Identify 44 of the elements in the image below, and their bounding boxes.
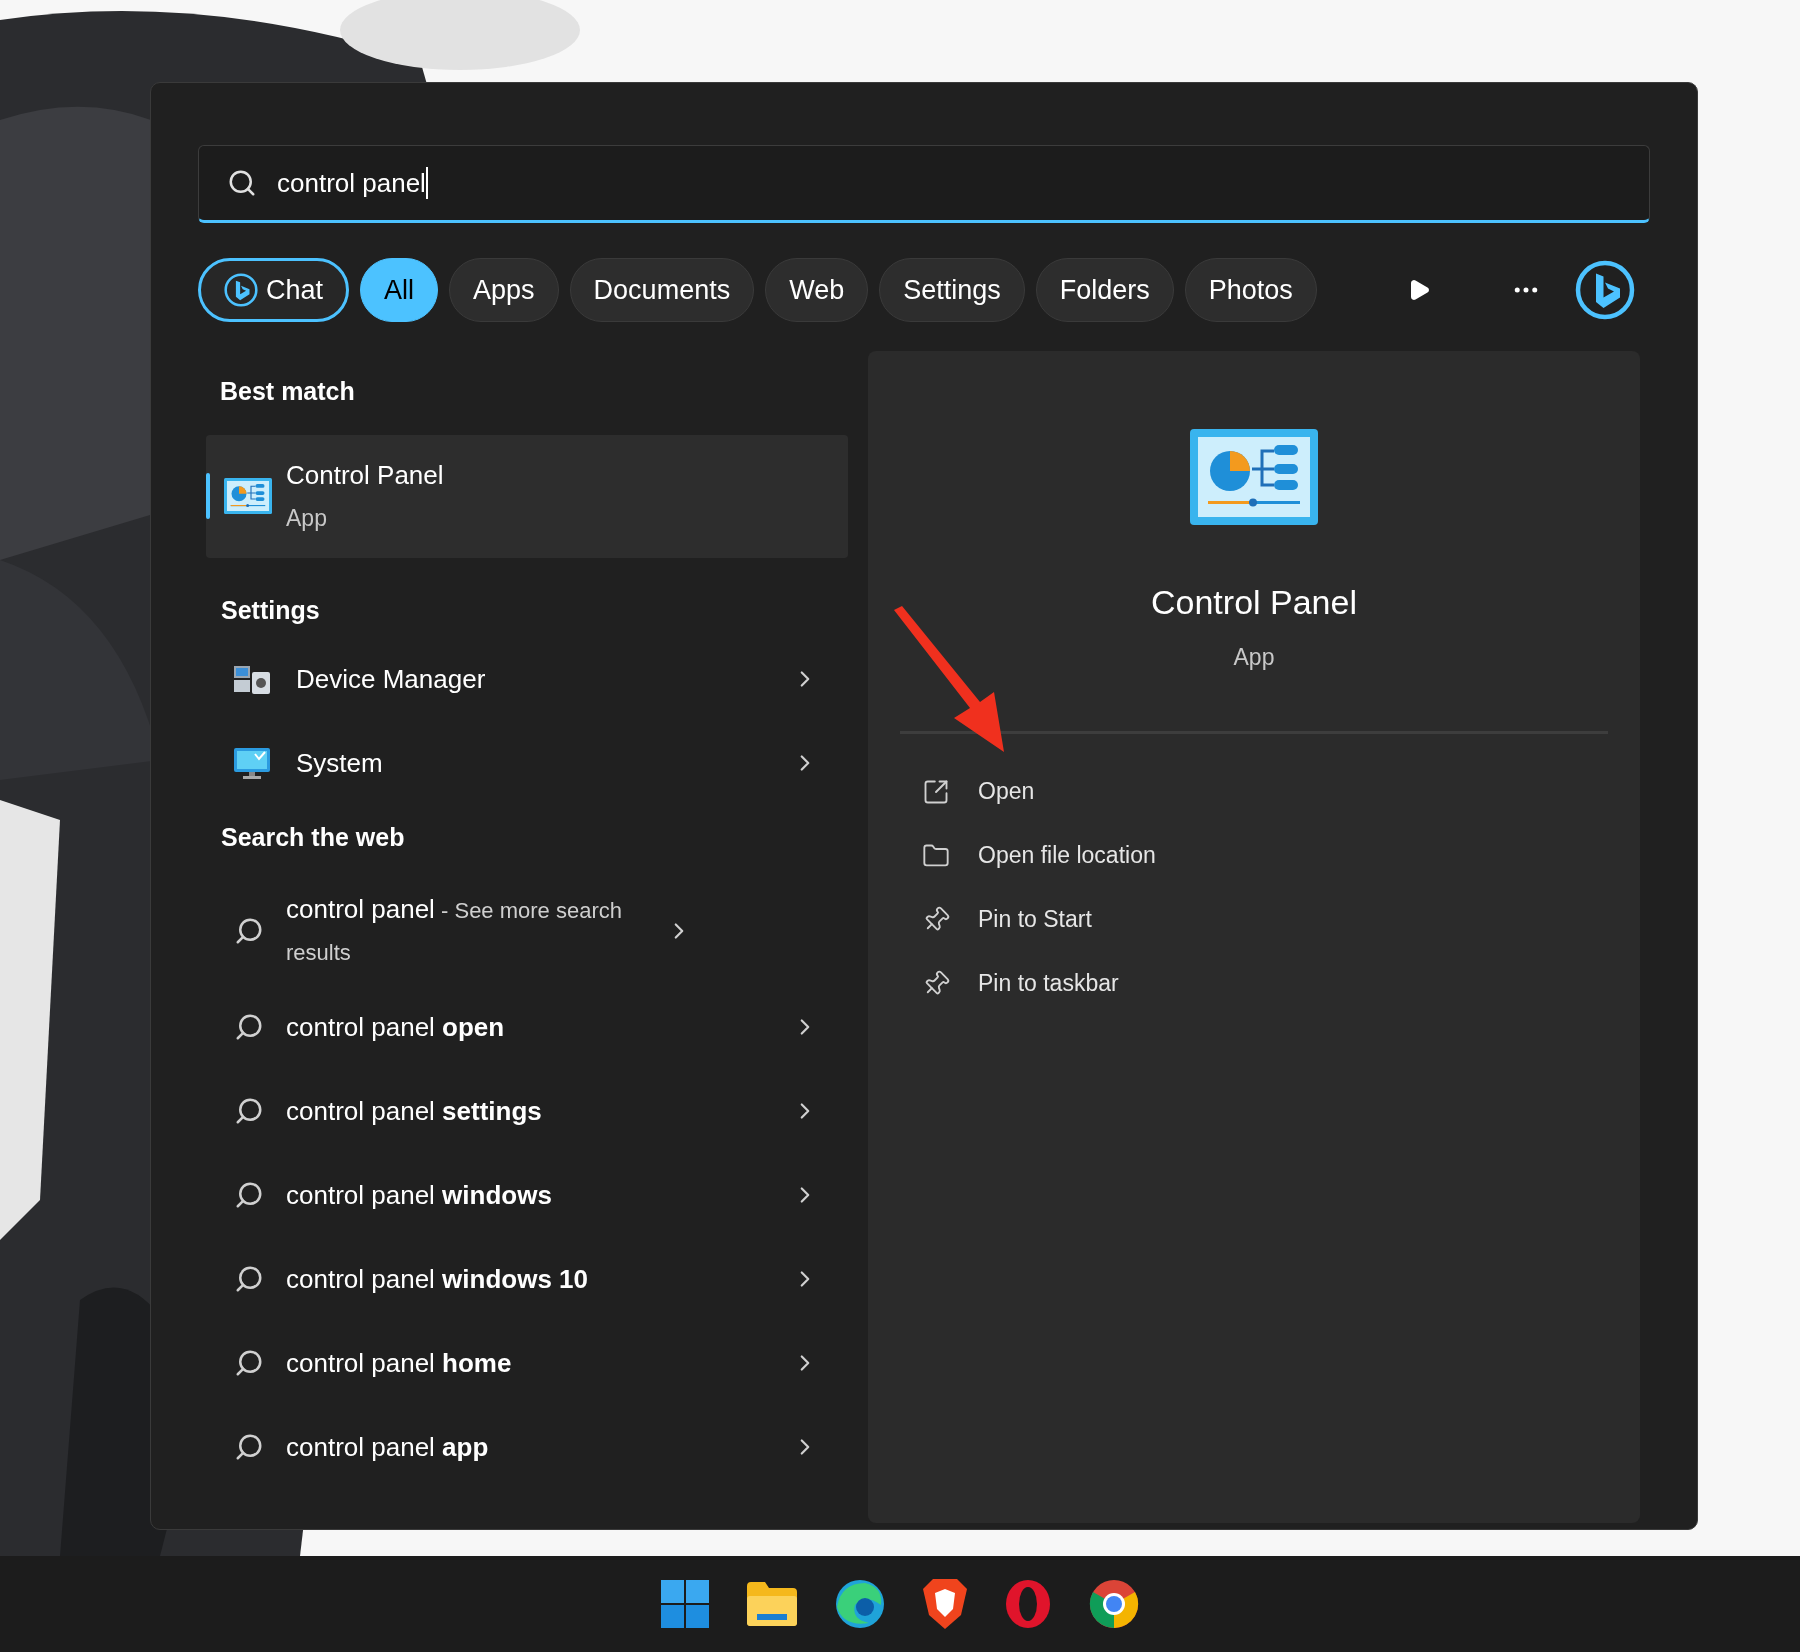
action-item[interactable]: Pin to Start [922, 887, 1640, 952]
windows-start-icon[interactable] [661, 1580, 709, 1628]
filter-tab[interactable]: All [360, 258, 439, 322]
app-type: App [286, 504, 328, 534]
browser-icon[interactable] [835, 1579, 885, 1629]
search-icon [227, 168, 257, 198]
filter-tab[interactable]: Documents [569, 258, 755, 322]
web-search-result[interactable]: control panel - See more search results [206, 876, 848, 985]
settings-result[interactable]: System [206, 721, 848, 805]
action-item[interactable]: Pin to taskbar [922, 951, 1640, 1016]
monitor-icon [233, 746, 271, 780]
control-panel-icon [224, 478, 272, 514]
bing-icon [224, 273, 258, 307]
best-match-item[interactable]: Control Panel App [206, 434, 848, 558]
selection-indicator [206, 472, 210, 519]
app-name: Control Panel [1151, 582, 1357, 623]
lion-shield-icon[interactable] [923, 1579, 967, 1629]
filter-tab[interactable]: Chat [198, 258, 350, 322]
filter-tab[interactable]: Folders [1035, 258, 1174, 322]
filter-tab[interactable]: Settings [879, 258, 1025, 322]
web-search-result[interactable]: control panel app [206, 1404, 848, 1489]
bing-button-icon [1574, 260, 1635, 320]
web-search-result[interactable]: control panel open [206, 984, 848, 1069]
action-item[interactable]: Open [922, 759, 1640, 824]
filter-tab[interactable]: Apps [449, 258, 559, 322]
text-cursor [425, 167, 428, 199]
section-heading: Settings [220, 594, 321, 626]
ring-icon[interactable] [1005, 1579, 1051, 1629]
search-field[interactable]: control panel [198, 145, 1650, 223]
app-type: App [1233, 643, 1275, 672]
folder-icon[interactable] [747, 1582, 797, 1626]
action-item[interactable]: Open file location [922, 823, 1640, 888]
section-heading: Search the web [220, 822, 406, 853]
chrome-icon[interactable] [1089, 1579, 1139, 1629]
web-search-result[interactable]: control panel home [206, 1320, 848, 1405]
app-name: Control Panel [286, 459, 444, 493]
control-panel-icon [1190, 429, 1318, 525]
section-heading: Best match [219, 376, 356, 407]
web-search-result[interactable]: control panel windows 10 [206, 1236, 848, 1321]
web-search-result[interactable]: control panel settings [206, 1068, 848, 1153]
filter-tab[interactable]: Photos [1184, 258, 1317, 322]
web-search-result[interactable]: control panel windows [206, 1152, 848, 1237]
settings-result[interactable]: Device Manager [206, 637, 848, 721]
filter-tab[interactable]: Web [765, 258, 869, 322]
